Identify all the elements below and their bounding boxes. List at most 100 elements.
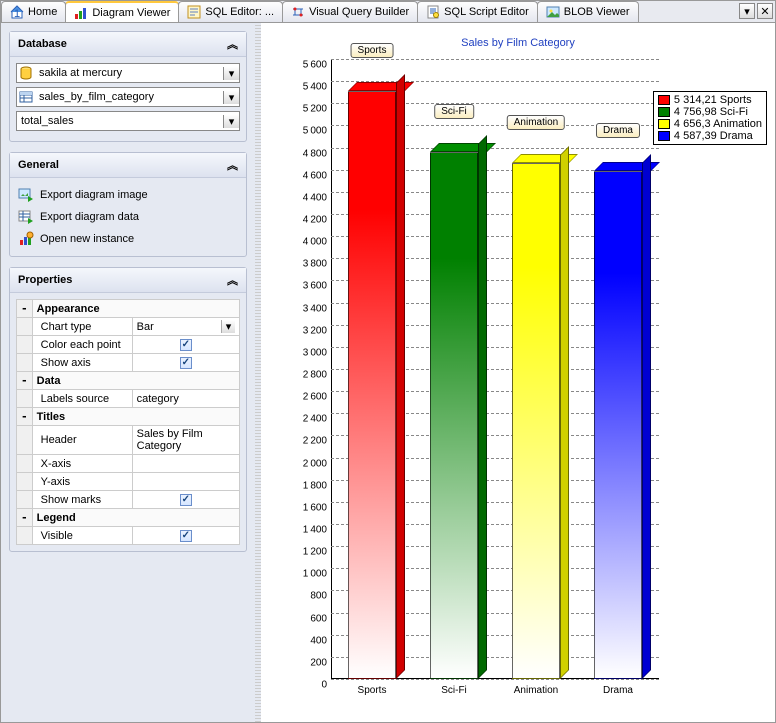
tab-bar: 1Home Diagram Viewer SQL Editor: ... Visual… (1, 1, 775, 23)
tab-list-button[interactable]: ▾ (739, 3, 755, 19)
panel-title: Properties (18, 274, 72, 286)
dropdown-arrow-icon[interactable]: ▾ (223, 115, 239, 128)
bar-sci-fi[interactable] (430, 152, 478, 679)
tab-label: Diagram Viewer (92, 7, 170, 19)
expand-icon[interactable]: - (17, 300, 33, 318)
legend-swatch (658, 95, 670, 105)
dropdown-arrow-icon[interactable]: ▾ (223, 91, 239, 104)
prop-value[interactable]: ✓ (132, 491, 239, 509)
y-tick-label: 3 000 (287, 347, 331, 358)
x-tick-label: Sci-Fi (441, 679, 467, 696)
panel-header-properties[interactable]: Properties ︽ (10, 268, 246, 293)
database-combo-1[interactable]: sales_by_film_category▾ (16, 87, 240, 107)
prop-row-header: HeaderSales by Film Category (17, 426, 240, 455)
y-tick-label: 400 (287, 635, 331, 646)
action-export-diagram-data[interactable]: Export diagram data (16, 206, 240, 228)
y-tick-label: 3 200 (287, 325, 331, 336)
prop-value[interactable] (132, 455, 239, 473)
legend-swatch (658, 131, 670, 141)
y-tick-label: 5 400 (287, 82, 331, 93)
expand-icon[interactable]: - (17, 408, 33, 426)
tab-sql-script-editor[interactable]: SQL Script Editor (417, 1, 538, 22)
sql-icon (187, 5, 201, 19)
new-inst-icon (18, 231, 34, 247)
legend-item: 4 656,3 Animation (658, 118, 762, 130)
tab-close-button[interactable]: ✕ (757, 3, 773, 19)
prop-value[interactable]: ✓ (132, 354, 239, 372)
legend-label: 4 656,3 Animation (674, 118, 762, 130)
y-tick-label: 3 400 (287, 303, 331, 314)
prop-group-legend[interactable]: -Legend (17, 509, 240, 527)
tab-diagram-viewer[interactable]: Diagram Viewer (65, 1, 179, 22)
panel-body-general: Export diagram image Export diagram data O… (10, 178, 246, 256)
bar-label-bubble: Drama (596, 123, 640, 138)
svg-text:1: 1 (14, 8, 20, 19)
panel-header-general[interactable]: General ︽ (10, 153, 246, 178)
y-tick-label: 2 400 (287, 414, 331, 425)
expand-icon[interactable]: - (17, 509, 33, 527)
prop-value[interactable]: Bar▾ (132, 318, 239, 336)
dropdown-arrow-icon[interactable]: ▾ (221, 320, 235, 333)
prop-label: Labels source (32, 390, 132, 408)
prop-group-data[interactable]: -Data (17, 372, 240, 390)
export-data-icon (18, 209, 34, 225)
prop-group-titles[interactable]: -Titles (17, 408, 240, 426)
tab-sql-editor-[interactable]: SQL Editor: ... (178, 1, 283, 22)
tab-blob-viewer[interactable]: BLOB Viewer (537, 1, 639, 22)
action-label: Export diagram data (40, 211, 139, 223)
tab-home[interactable]: 1Home (1, 1, 66, 22)
panel-title: Database (18, 38, 67, 50)
properties-table: -AppearanceChart typeBar▾Color each poin… (16, 299, 240, 545)
y-tick-label: 1 800 (287, 480, 331, 491)
group-name: Legend (32, 509, 239, 527)
bar-animation[interactable] (512, 163, 560, 679)
y-tick-label: 2 000 (287, 458, 331, 469)
database-combo-0[interactable]: sakila at mercury▾ (16, 63, 240, 83)
expand-icon[interactable]: - (17, 372, 33, 390)
tab-label: SQL Editor: ... (205, 6, 274, 18)
prop-label: Chart type (32, 318, 132, 336)
prop-group-appearance[interactable]: -Appearance (17, 300, 240, 318)
tab-visual-query-builder[interactable]: Visual Query Builder (282, 1, 418, 22)
action-label: Export diagram image (40, 189, 148, 201)
bar-sports[interactable] (348, 91, 396, 679)
legend-swatch (658, 119, 670, 129)
prop-value[interactable]: ✓ (132, 336, 239, 354)
action-export-diagram-image[interactable]: Export diagram image (16, 184, 240, 206)
panel-header-database[interactable]: Database ︽ (10, 32, 246, 57)
prop-value[interactable] (132, 473, 239, 491)
checkbox-icon[interactable]: ✓ (180, 357, 192, 369)
checkbox-icon[interactable]: ✓ (180, 530, 192, 542)
prop-label: Show axis (32, 354, 132, 372)
dropdown-arrow-icon[interactable]: ▾ (223, 67, 239, 80)
action-open-new-instance[interactable]: Open new instance (16, 228, 240, 250)
bar-drama[interactable] (594, 171, 642, 679)
y-tick-label: 5 000 (287, 126, 331, 137)
y-tick-label: 1 200 (287, 547, 331, 558)
table-icon (17, 90, 35, 104)
bar-label-bubble: Sci-Fi (434, 104, 474, 119)
prop-row-show-axis: Show axis ✓ (17, 354, 240, 372)
checkbox-icon[interactable]: ✓ (180, 494, 192, 506)
y-tick-label: 600 (287, 613, 331, 624)
collapse-icon[interactable]: ︽ (227, 36, 238, 52)
tab-label: Visual Query Builder (309, 6, 409, 18)
legend-item: 4 756,98 Sci-Fi (658, 106, 762, 118)
collapse-icon[interactable]: ︽ (227, 157, 238, 173)
database-combo-2[interactable]: total_sales▾ (16, 111, 240, 131)
action-label: Open new instance (40, 233, 134, 245)
prop-value[interactable]: Sales by Film Category (132, 426, 239, 455)
combo-value: sakila at mercury (35, 67, 223, 79)
gridline (331, 59, 659, 60)
export-img-icon (18, 187, 34, 203)
y-tick-label: 200 (287, 657, 331, 668)
script-icon (426, 5, 440, 19)
content: Database ︽ sakila at mercury▾sales_by_fi… (1, 23, 775, 722)
prop-value[interactable]: category (132, 390, 239, 408)
prop-value[interactable]: ✓ (132, 527, 239, 545)
y-tick-label: 2 800 (287, 370, 331, 381)
legend-label: 4 756,98 Sci-Fi (674, 106, 748, 118)
prop-label: Color each point (32, 336, 132, 354)
collapse-icon[interactable]: ︽ (227, 272, 238, 288)
checkbox-icon[interactable]: ✓ (180, 339, 192, 351)
